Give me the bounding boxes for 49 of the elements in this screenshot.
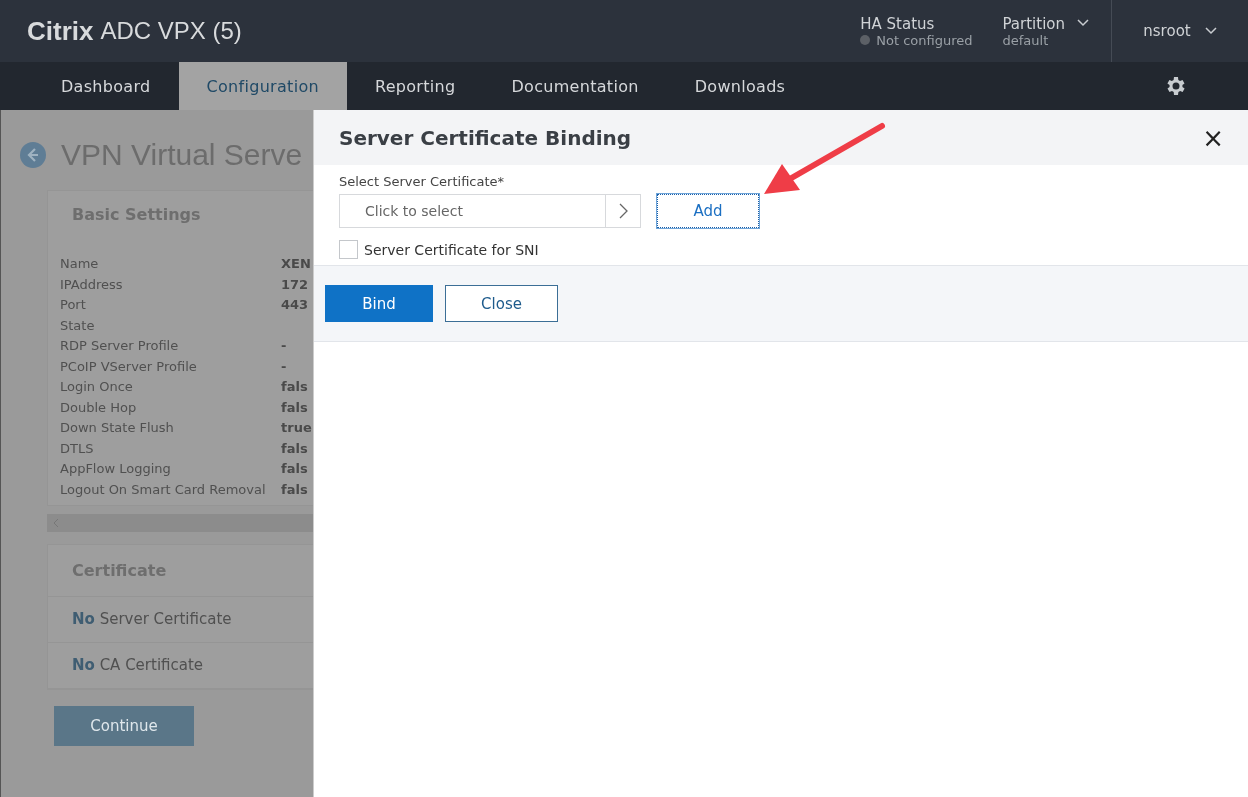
ha-status-label: HA Status <box>860 14 936 33</box>
setting-name: State <box>60 317 96 333</box>
status-dot-icon <box>860 35 871 45</box>
setting-name: PCoIP VServer Profile <box>60 358 198 374</box>
partition-menu[interactable]: Partition default <box>1002 14 1089 48</box>
setting-name: Login Once <box>60 379 134 394</box>
continue-button[interactable]: Continue <box>54 705 194 746</box>
nav-tab[interactable]: Reporting <box>346 62 484 110</box>
setting-name: Double Hop <box>60 399 138 415</box>
checkbox-label: Server Certificate for SNI <box>364 241 539 258</box>
add-button[interactable]: Add <box>657 194 759 228</box>
setting-name: DTLS <box>60 440 95 456</box>
product-name: ADC VPX (5) <box>100 17 242 45</box>
setting-name: Down State Flush <box>60 420 175 435</box>
nav-tab[interactable]: Dashboard <box>33 62 179 110</box>
ha-status-value: Not configured <box>876 32 973 48</box>
setting-name: RDP Server Profile <box>60 338 180 353</box>
brand-name: Citrix <box>27 15 94 47</box>
dialog-title: Server Certificate Binding <box>339 125 632 150</box>
setting-value: 443 <box>281 297 310 312</box>
nav-tab[interactable]: Documentation <box>483 62 667 110</box>
close-button[interactable]: × <box>1198 124 1228 151</box>
setting-value: fals <box>281 461 309 476</box>
nav-tab[interactable]: Downloads <box>666 62 814 110</box>
chevron-right-icon <box>618 203 628 219</box>
setting-value: fals <box>281 379 309 394</box>
setting-value: 172 <box>281 276 310 292</box>
setting-name: AppFlow Logging <box>60 461 172 476</box>
setting-value: - <box>281 358 288 374</box>
back-icon[interactable] <box>19 141 47 169</box>
setting-value: - <box>281 338 288 353</box>
chevron-down-icon <box>1204 27 1217 35</box>
close-dialog-button[interactable]: Close <box>445 285 558 322</box>
setting-value: true <box>281 420 313 435</box>
bind-button[interactable]: Bind <box>325 285 433 322</box>
setting-name: Name <box>60 256 100 271</box>
setting-value: fals <box>281 399 309 415</box>
setting-name: Logout On Smart Card Removal <box>60 481 267 497</box>
setting-value: fals <box>281 481 309 497</box>
chevron-down-icon <box>1077 19 1089 27</box>
checkbox[interactable] <box>339 240 358 259</box>
setting-value: fals <box>281 440 309 456</box>
setting-value: XEN <box>281 256 312 271</box>
scroll-bar[interactable] <box>47 513 313 532</box>
nav-tab[interactable]: Configuration <box>178 62 347 110</box>
setting-name: IPAddress <box>60 276 124 292</box>
field-label: Select Server Certificate* <box>339 174 506 189</box>
certificate-select[interactable]: Click to select <box>339 194 641 228</box>
setting-name: Port <box>60 297 87 312</box>
